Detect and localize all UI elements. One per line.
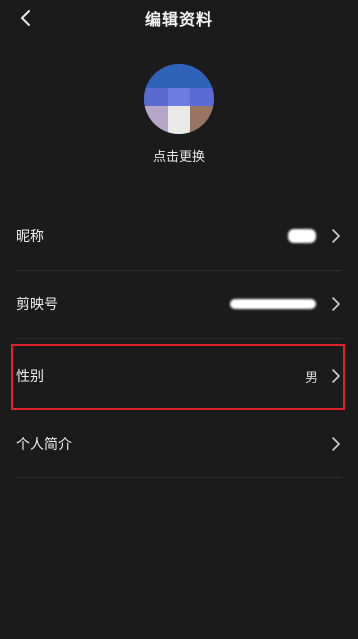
gender-highlight-box xyxy=(11,344,345,410)
avatar-image xyxy=(144,64,214,134)
chevron-right-icon xyxy=(330,296,342,312)
row-nickname[interactable]: 昵称 xyxy=(16,212,342,260)
row-label-bio: 个人简介 xyxy=(16,437,72,453)
chevron-right-icon xyxy=(330,228,342,244)
change-avatar-label[interactable]: 点击更换 xyxy=(0,146,358,165)
divider xyxy=(16,270,342,271)
nickname-value-redacted xyxy=(288,229,316,243)
avatar[interactable] xyxy=(144,64,214,134)
divider xyxy=(16,338,342,339)
row-label-jianying-id: 剪映号 xyxy=(16,297,58,313)
divider xyxy=(16,477,342,478)
page-title: 编辑资料 xyxy=(144,10,213,29)
top-bar: 编辑资料 xyxy=(0,0,358,36)
chevron-right-icon xyxy=(330,436,342,452)
row-bio[interactable]: 个人简介 xyxy=(16,420,342,468)
row-jianying-id[interactable]: 剪映号 xyxy=(16,280,342,328)
jianying-id-value-redacted xyxy=(230,299,316,309)
row-label-nickname: 昵称 xyxy=(16,229,44,245)
